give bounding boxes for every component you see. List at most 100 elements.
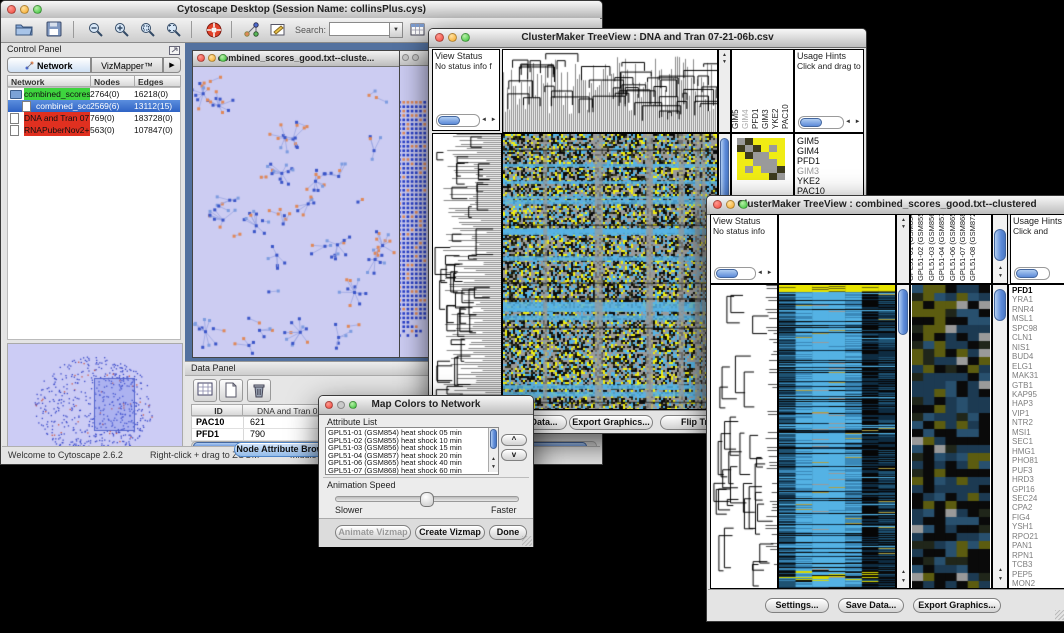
move-up-button[interactable]: ^ [501,434,527,446]
correlation-matrix[interactable] [732,134,794,194]
row-dendrogram[interactable] [433,134,501,409]
right-arrow-icon[interactable]: ► [767,270,774,276]
move-down-button[interactable]: v [501,449,527,461]
annotation-button[interactable] [267,20,289,40]
minimize-button[interactable] [208,54,216,62]
vscroll-thumb[interactable] [490,429,497,449]
help-button[interactable] [203,20,225,40]
zoom-selected-button[interactable] [137,20,159,40]
attribute-list-item[interactable]: GPL51-07 (GSM868) heat shock 60 min [326,467,498,475]
up-arrow-icon[interactable]: ▲ [998,265,1004,271]
minimize-button[interactable] [402,54,409,61]
heatmap-vscrollbar[interactable]: ▲ ▼ [896,284,910,589]
birdseye-view[interactable] [8,344,182,459]
list-vscrollbar[interactable]: ▲ ▼ [488,428,498,472]
status-scrollbar[interactable] [714,267,756,280]
network-window-1-titlebar[interactable]: combined_scores_good.txt--cluste... [193,51,399,67]
minimize-button[interactable] [20,5,29,14]
labels-vscrollbar[interactable]: ▲ ▼ [992,214,1008,284]
tab-overflow-button[interactable]: ▶ [163,57,181,73]
export-graphics-button[interactable]: Export Graphics... [913,598,1001,613]
resize-grip[interactable] [522,536,532,546]
left-arrow-icon[interactable]: ◄ [481,117,488,123]
minimize-button[interactable] [726,200,735,209]
data-column-id[interactable]: ID [191,404,243,416]
scroll-thumb[interactable] [800,118,822,127]
minimize-button[interactable] [448,33,457,42]
zoom-vscrollbar[interactable]: ▲ ▼ [992,284,1008,589]
network-tree-row[interactable]: combined_sco2569(6)13112(15) [8,100,180,112]
treeview1-titlebar[interactable]: ClusterMaker TreeView : DNA and Tran 07-… [429,29,866,48]
heatmap[interactable] [503,134,717,409]
dendrogram-scroll-strip[interactable]: ▲ ▼ [896,214,910,284]
zoom-button[interactable] [349,401,357,409]
network-view[interactable] [193,67,397,357]
open-session-button[interactable] [13,20,35,40]
tab-vizmapper[interactable]: VizMapper™ [91,57,163,73]
down-arrow-icon[interactable]: ▼ [901,578,907,584]
select-attributes-button[interactable] [193,379,217,402]
vscroll-thumb[interactable] [994,289,1006,321]
right-arrow-icon[interactable]: ► [855,119,862,125]
zoom-fit-button[interactable] [163,20,185,40]
node-attribute-browser-button[interactable]: Node Attribute Brows [234,442,331,457]
attribute-browser-button[interactable] [407,20,429,40]
zoom-button[interactable] [461,33,470,42]
heatmap[interactable] [779,285,895,588]
save-session-button[interactable] [43,20,65,40]
close-button[interactable] [7,5,16,14]
network-tree-row[interactable]: RNAPuberNov2+563(0)107847(0) [8,124,180,136]
zoom-out-button[interactable] [85,20,107,40]
tab-network[interactable]: Network [7,57,91,73]
network-tree-row[interactable]: combined_scores2764(0)16218(0) [8,88,180,100]
left-arrow-icon[interactable]: ◄ [845,119,852,125]
column-dendrogram[interactable] [503,50,717,132]
status-scrollbar[interactable] [436,114,480,127]
export-graphics-button[interactable]: Export Graphics... [569,415,653,430]
usage-scrollbar[interactable] [1014,267,1050,280]
animation-speed-slider[interactable] [335,496,519,502]
scroll-thumb[interactable] [716,269,738,278]
resize-grip[interactable] [1055,610,1064,620]
zoom-button[interactable] [739,200,748,209]
down-arrow-icon[interactable]: ▼ [998,576,1004,582]
down-arrow-icon[interactable]: ▼ [998,273,1004,279]
dialog-titlebar[interactable]: Map Colors to Network [319,396,533,415]
column-header-edges[interactable]: Edges [134,75,181,87]
close-button[interactable] [197,54,205,62]
scroll-arrows[interactable]: ◄ ► [757,270,774,276]
down-arrow-icon[interactable]: ▼ [901,224,907,230]
up-arrow-icon[interactable]: ▲ [901,569,907,575]
minimize-button[interactable] [337,401,345,409]
attribute-listbox[interactable]: GPL51-01 (GSM854) heat shock 05 minGPL51… [325,427,499,475]
zoom-button[interactable] [33,5,42,14]
float-panel-icon[interactable] [169,46,180,55]
dendrogram-scroll-strip[interactable]: ▲ ▼ [718,49,731,133]
column-header-network[interactable]: Network [7,75,91,87]
down-arrow-icon[interactable]: ▼ [722,59,728,65]
down-arrow-icon[interactable]: ▼ [491,464,497,470]
up-arrow-icon[interactable]: ▲ [998,567,1004,573]
network-tree-row[interactable]: DNA and Tran 07769(0)183728(0) [8,112,180,124]
create-attribute-button[interactable] [219,379,243,402]
right-arrow-icon[interactable]: ► [491,117,498,123]
scroll-thumb[interactable] [1016,269,1038,278]
zoom-button[interactable] [412,54,419,61]
up-arrow-icon[interactable]: ▲ [901,217,907,223]
zoom-in-button[interactable] [111,20,133,40]
slider-thumb[interactable] [420,492,434,507]
search-input[interactable] [329,22,391,36]
close-button[interactable] [325,401,333,409]
zoom-button[interactable] [219,54,227,62]
usage-scrollbar[interactable] [798,116,844,129]
scroll-arrows[interactable]: ◄ ► [845,119,862,125]
scroll-thumb[interactable] [438,116,460,125]
vscroll-thumb[interactable] [994,229,1006,261]
up-arrow-icon[interactable]: ▲ [491,456,497,462]
column-header-nodes[interactable]: Nodes [90,75,135,87]
scroll-arrows[interactable]: ◄ ► [481,117,498,123]
animate-vizmap-button[interactable]: Animate Vizmap [335,525,411,540]
vscroll-thumb[interactable] [898,289,908,335]
treeview2-titlebar[interactable]: ClusterMaker TreeView : combined_scores_… [707,196,1064,215]
save-data-button[interactable]: Save Data... [838,598,904,613]
